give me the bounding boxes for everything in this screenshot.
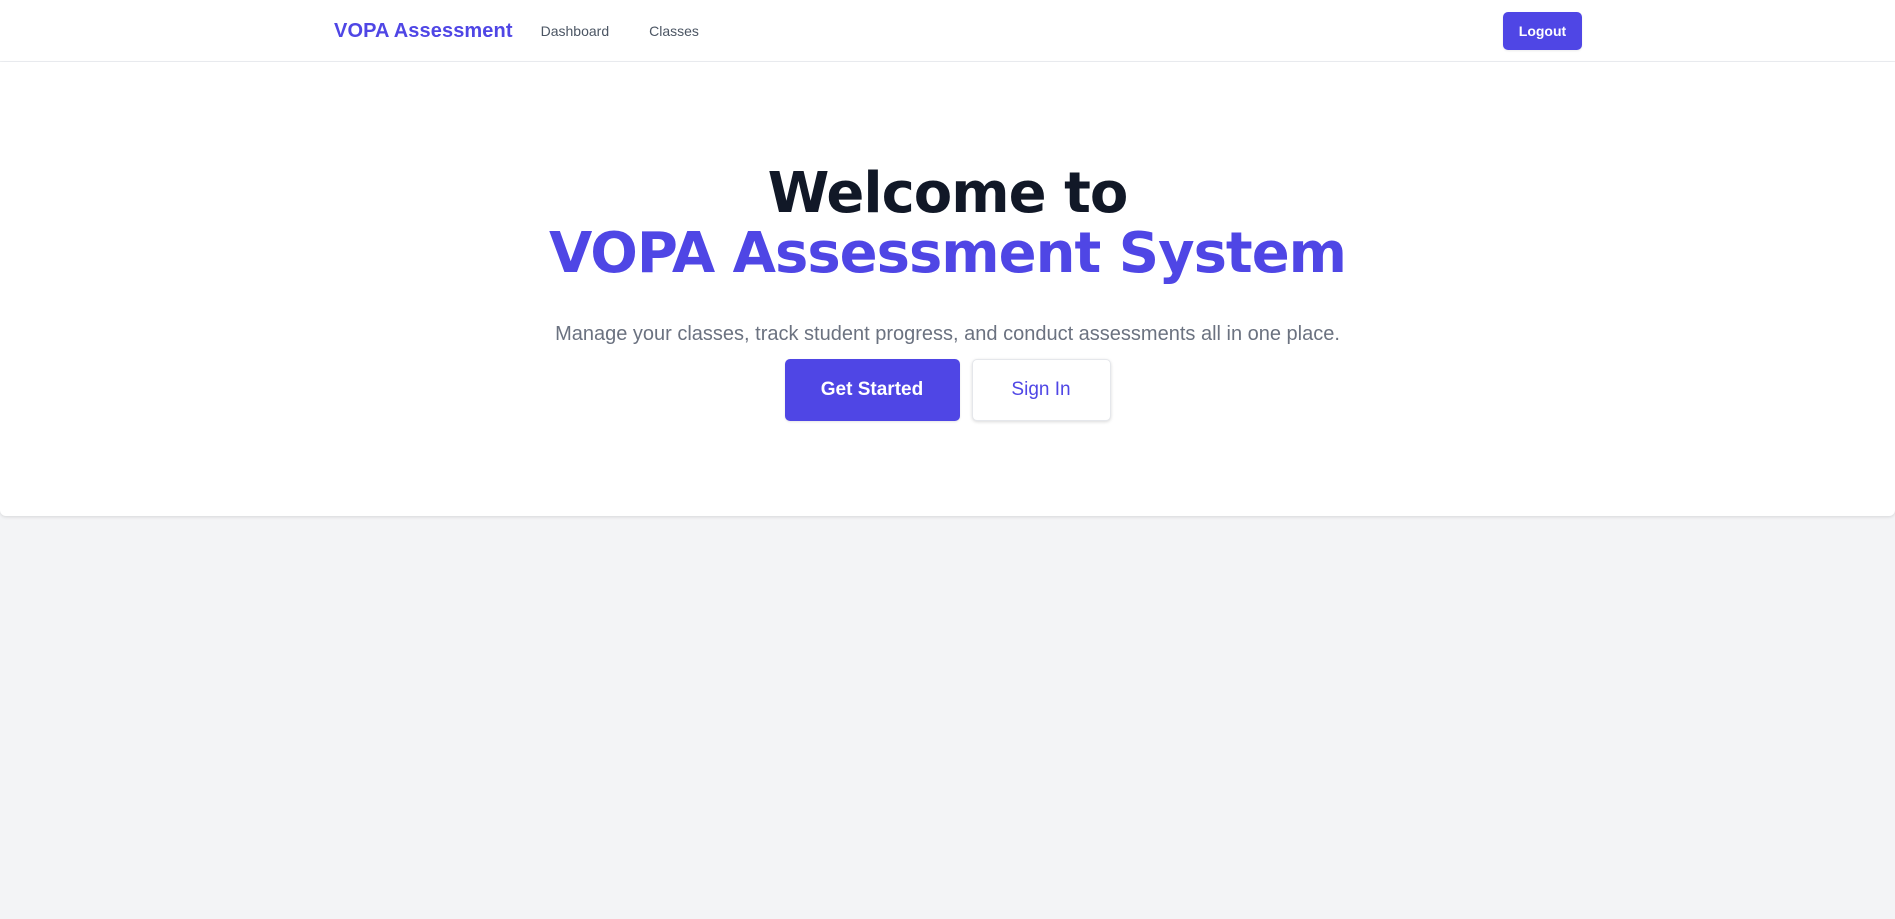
get-started-button[interactable]: Get Started — [784, 359, 960, 421]
navbar-inner: VOPA Assessment Dashboard Classes Logout — [334, 0, 1582, 62]
logout-button[interactable]: Logout — [1503, 12, 1582, 50]
hero-subtitle: Manage your classes, track student progr… — [555, 323, 1340, 345]
hero-title-system-name: VOPA Assessment System — [548, 221, 1347, 286]
hero-section: Welcome to VOPA Assessment System Manage… — [0, 62, 1895, 516]
nav-link-dashboard[interactable]: Dashboard — [541, 23, 610, 39]
hero-title-welcome: Welcome to — [767, 161, 1129, 226]
brand-logo[interactable]: VOPA Assessment — [334, 20, 513, 43]
sign-in-button[interactable]: Sign In — [971, 359, 1111, 421]
top-navbar: VOPA Assessment Dashboard Classes Logout — [0, 0, 1895, 62]
nav-links: Dashboard Classes — [541, 23, 699, 39]
hero-actions: Get Started Sign In — [0, 359, 1895, 421]
nav-link-classes[interactable]: Classes — [649, 23, 699, 39]
